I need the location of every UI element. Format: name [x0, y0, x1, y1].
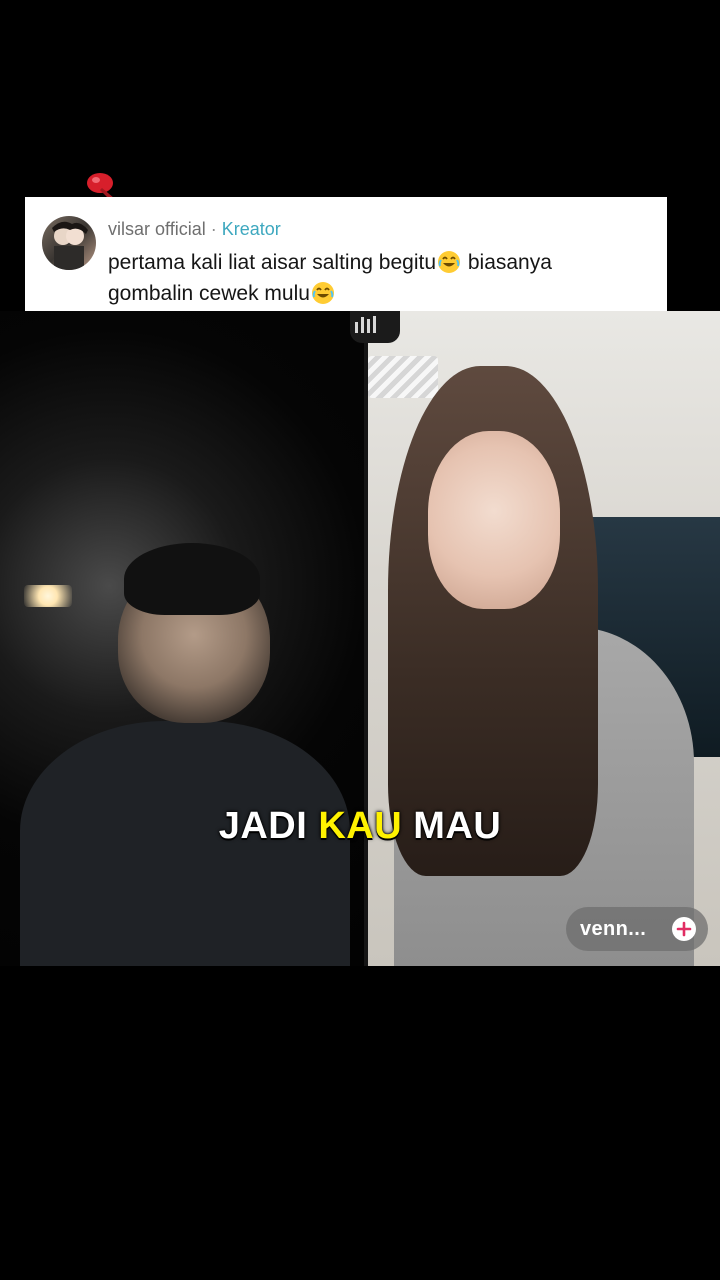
caption-text-after: MAU	[402, 805, 502, 847]
comment-text-line-2: gombalin cewek mulu	[108, 282, 310, 305]
woman-face	[428, 431, 560, 609]
comment-card[interactable]: vilsar official · Kreator pertama kali l…	[25, 197, 667, 311]
right-video-feed	[368, 311, 720, 966]
caption-highlight-text: KAU	[318, 805, 403, 847]
follow-button[interactable]	[672, 917, 696, 941]
guest-name-label: venn...	[580, 918, 647, 940]
avatar[interactable]	[42, 216, 96, 270]
comment-text-line-1-prefix: pertama kali liat aisar salting begitu	[108, 251, 437, 274]
left-video-feed	[0, 311, 364, 966]
comment-text: pertama kali liat aisar salting begitu b…	[108, 247, 653, 309]
audio-bars-icon	[353, 315, 379, 335]
plus-icon	[673, 918, 695, 940]
ceiling-light	[24, 585, 72, 607]
guest-name-pill[interactable]: venn...	[566, 907, 708, 951]
comment-text-line-1-suffix: biasanya	[462, 251, 552, 274]
caption-text-before: JADI	[218, 805, 319, 847]
ceiling-vent	[368, 356, 438, 398]
comment-author[interactable]: vilsar official	[108, 219, 206, 239]
man-hair	[124, 543, 260, 615]
creator-badge: Kreator	[221, 219, 281, 239]
video-caption: JADI KAU MAU	[0, 804, 720, 848]
laughing-emoji-icon	[311, 281, 335, 305]
video-player[interactable]	[0, 311, 720, 966]
comment-header: vilsar official · Kreator	[108, 218, 281, 240]
laughing-emoji-icon	[437, 250, 461, 274]
comment-separator: ·	[210, 219, 217, 239]
